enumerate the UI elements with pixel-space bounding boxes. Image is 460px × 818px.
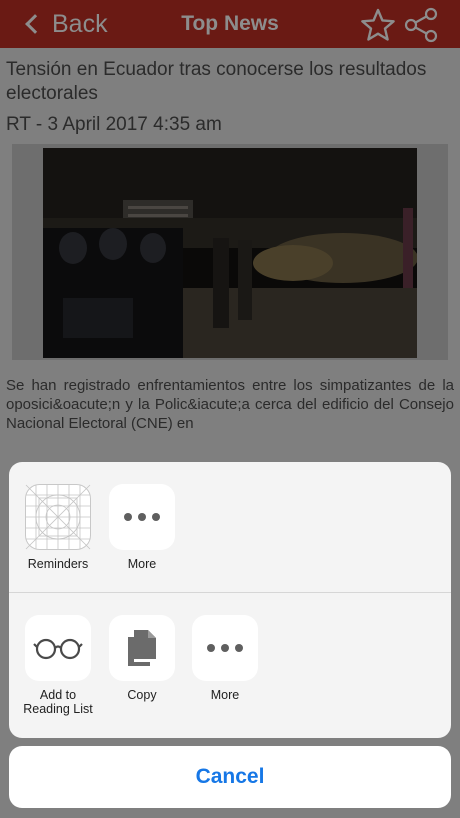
share-item-copy[interactable]: Copy <box>99 593 185 702</box>
share-item-more[interactable]: More <box>99 462 185 571</box>
article-body: Se han registrado enfrentamientos entre … <box>6 377 454 432</box>
share-sheet: Reminders More Add to Reading List Copy … <box>9 462 451 738</box>
glasses-icon <box>33 638 83 660</box>
article-byline: RT - 3 April 2017 4:35 am <box>6 114 222 135</box>
share-item-label: Reminders <box>27 557 89 571</box>
star-outline-icon[interactable] <box>360 8 396 42</box>
reminders-tile <box>25 484 91 550</box>
copy-icon <box>128 630 156 666</box>
more-tile <box>109 484 175 550</box>
reading-list-tile <box>25 615 91 681</box>
reminders-grid-icon <box>25 484 91 550</box>
share-item-add-to-reading-list[interactable]: Add to Reading List <box>15 593 101 716</box>
more-dots-icon <box>207 644 243 652</box>
more-dots-icon <box>124 513 160 521</box>
more-tile <box>192 615 258 681</box>
navigation-bar: Back Top News <box>0 0 460 48</box>
copy-tile <box>109 615 175 681</box>
protest-scene-image <box>43 148 417 358</box>
share-item-label: More <box>210 688 240 702</box>
share-icon[interactable] <box>403 7 439 43</box>
share-row-actions: Add to Reading List Copy More <box>9 593 451 738</box>
cancel-button[interactable]: Cancel <box>9 746 451 808</box>
share-item-reminders[interactable]: Reminders <box>15 462 101 571</box>
share-item-label: Add to Reading List <box>23 688 93 716</box>
share-item-label: Copy <box>127 688 157 702</box>
article-headline: Tensión en Ecuador tras conocerse los re… <box>6 59 427 104</box>
share-row-apps: Reminders More <box>9 462 451 592</box>
share-item-more[interactable]: More <box>182 593 268 702</box>
article-photo[interactable] <box>43 148 417 358</box>
share-item-label: More <box>127 557 157 571</box>
